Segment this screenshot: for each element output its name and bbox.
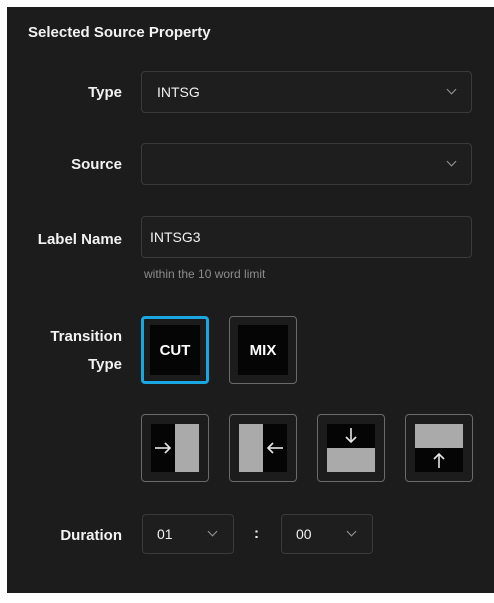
type-label: Type [88,84,122,101]
wipe-up-icon [415,424,463,472]
transition-cut-label: CUT [150,325,200,375]
label-name-label: Label Name [37,231,122,248]
wipe-up-button[interactable] [405,414,473,482]
chevron-down-icon [446,156,457,167]
transition-mix-label: MIX [238,325,288,375]
wipe-down-button[interactable] [317,414,385,482]
duration-label: Duration [60,527,122,544]
label-name-hint: within the 10 word limit [144,267,266,281]
wipe-left-icon [151,424,199,472]
transition-mix-button[interactable]: MIX [229,316,297,384]
duration-separator: : [254,525,259,542]
chevron-down-icon [207,526,218,537]
duration-minutes-select[interactable]: 01 [142,514,234,554]
wipe-left-button[interactable] [141,414,209,482]
label-name-value: INTSG3 [150,229,201,245]
duration-minutes-value: 01 [157,526,173,542]
source-label: Source [71,156,122,173]
panel-title: Selected Source Property [28,24,211,41]
wipe-down-icon [327,424,375,472]
label-name-input[interactable]: INTSG3 [141,216,472,258]
transition-type-label-line2: Type [88,356,122,373]
type-select[interactable]: INTSG [141,71,472,113]
type-value: INTSG [157,84,200,100]
wipe-right-icon [239,424,287,472]
wipe-right-button[interactable] [229,414,297,482]
chevron-down-icon [446,84,457,95]
duration-seconds-select[interactable]: 00 [281,514,373,554]
transition-type-label-line1: Transition [50,328,122,345]
transition-cut-button[interactable]: CUT [141,316,209,384]
duration-seconds-value: 00 [296,526,312,542]
chevron-down-icon [346,526,357,537]
source-select[interactable] [141,143,472,185]
